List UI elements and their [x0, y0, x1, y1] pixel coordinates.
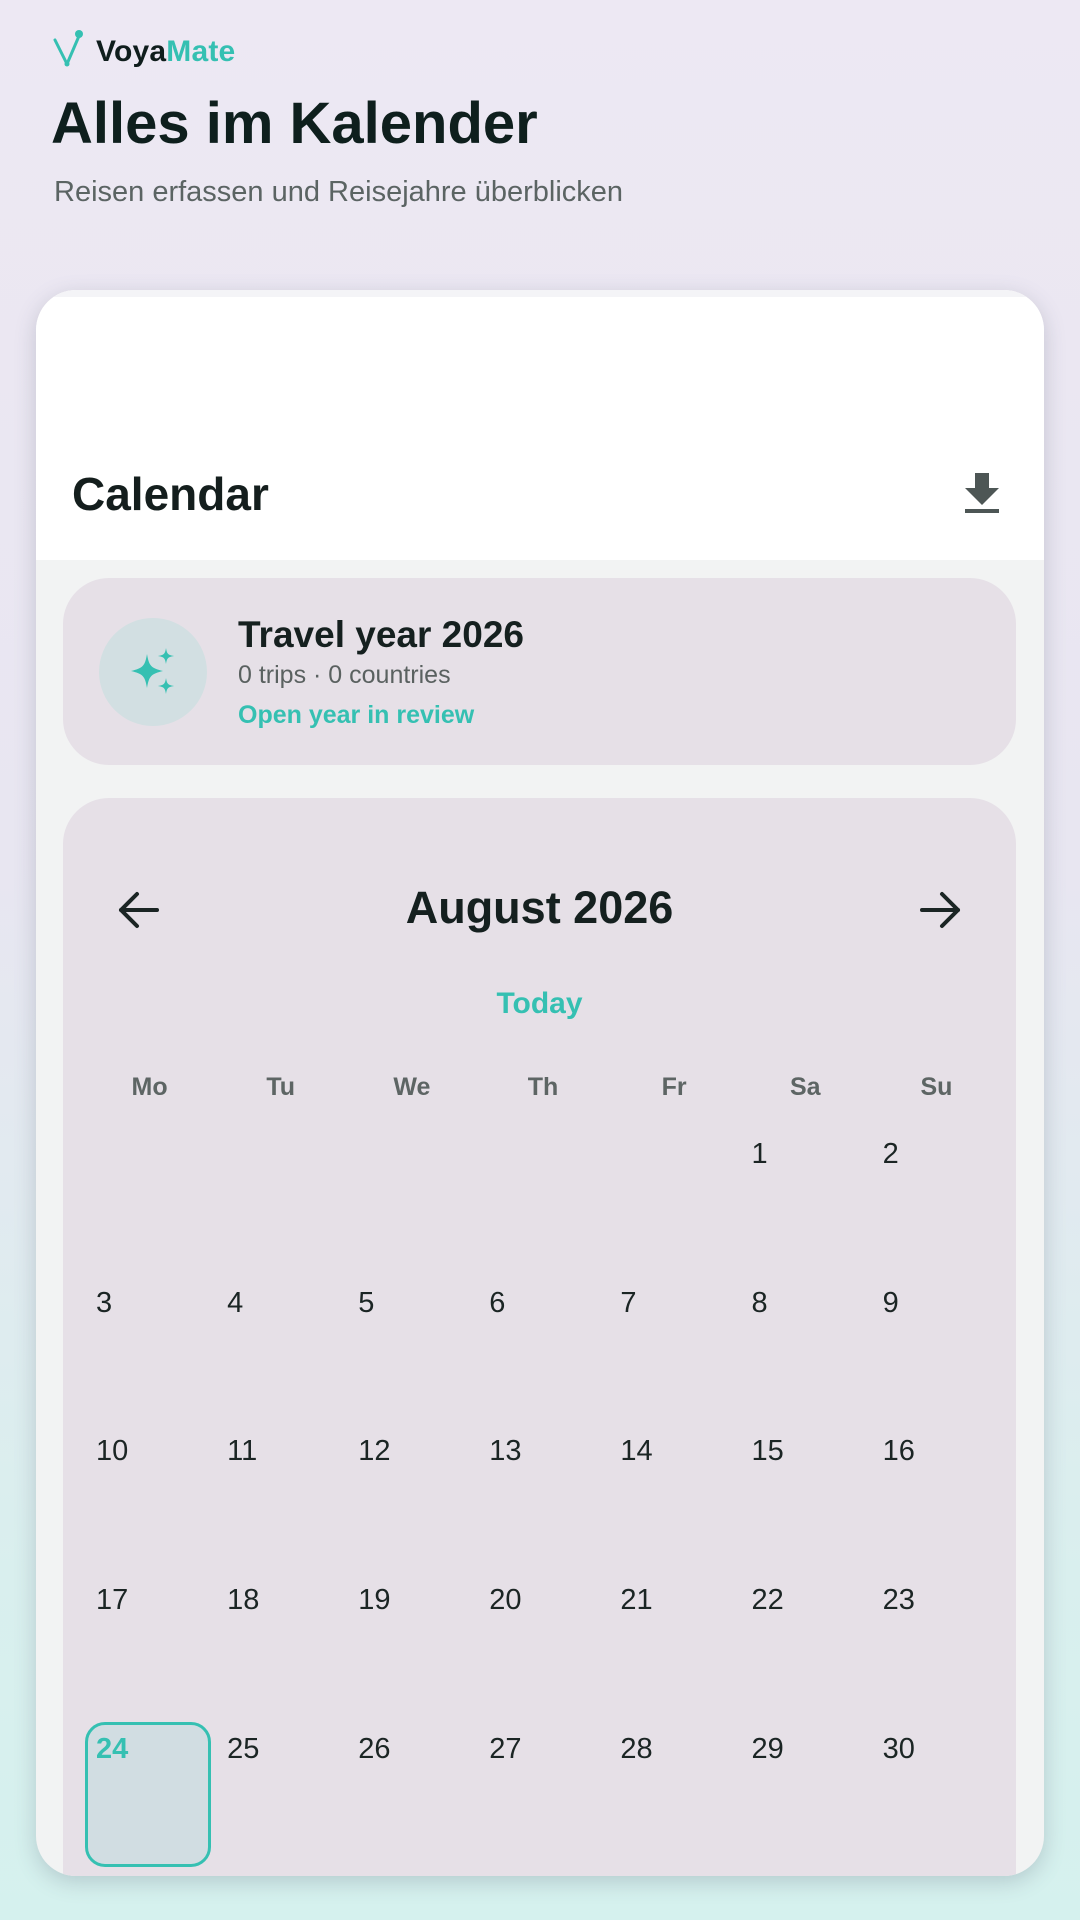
calendar-day[interactable]: 8	[739, 1275, 870, 1424]
calendar-day-today[interactable]: 24	[84, 1721, 215, 1870]
arrow-right-icon	[920, 892, 960, 928]
month-title: August 2026	[405, 882, 674, 933]
calendar-day[interactable]: 19	[346, 1572, 477, 1721]
calendar-day-number: 4	[227, 1286, 244, 1319]
open-year-review-link[interactable]: Open year in review	[238, 701, 474, 730]
calendar-day-number: 23	[882, 1584, 915, 1617]
calendar-day[interactable]: 27	[477, 1721, 608, 1870]
next-month-button[interactable]	[908, 878, 972, 942]
calendar-card: August 2026 Today Mo Tu We Th Fr Sa Su 1…	[63, 798, 1016, 1876]
calendar-blank-cell	[84, 1126, 215, 1275]
brand-name: VoyaMate	[96, 34, 236, 68]
calendar-day[interactable]: 18	[215, 1572, 346, 1721]
calendar-day-number: 3	[96, 1286, 113, 1319]
calendar-day-number: 26	[358, 1732, 391, 1765]
today-button[interactable]: Today	[480, 981, 598, 1027]
calendar-blank-cell	[477, 1126, 608, 1275]
calendar-day[interactable]: 20	[477, 1572, 608, 1721]
calendar-day[interactable]: 22	[739, 1572, 870, 1721]
calendar-day-number: 20	[489, 1584, 522, 1617]
calendar-day[interactable]: 13	[477, 1423, 608, 1572]
calendar-day[interactable]: 15	[739, 1423, 870, 1572]
calendar-day-number: 15	[751, 1435, 784, 1468]
calendar-day-number: 8	[751, 1286, 768, 1319]
calendar-day-number: 30	[882, 1732, 915, 1765]
calendar-day[interactable]: 1	[739, 1126, 870, 1275]
calendar-day-number: 11	[227, 1435, 258, 1468]
constellation-icon	[50, 28, 86, 75]
calendar-day-number: 5	[358, 1286, 375, 1319]
calendar-day-number: 12	[358, 1435, 391, 1468]
calendar-blank-cell	[608, 1126, 739, 1275]
calendar-day[interactable]: 21	[608, 1572, 739, 1721]
calendar-day-number: 22	[751, 1584, 784, 1617]
calendar-day[interactable]: 3	[84, 1275, 215, 1424]
year-stats: 0 trips · 0 countries	[238, 661, 451, 689]
calendar-day-number: 9	[882, 1286, 899, 1319]
calendar-day[interactable]: 29	[739, 1721, 870, 1870]
calendar-day[interactable]: 12	[346, 1423, 477, 1572]
calendar-day-number: 24	[96, 1732, 129, 1765]
calendar-day-number: 18	[227, 1584, 260, 1617]
calendar-day-number: 16	[882, 1435, 915, 1468]
calendar-day-number: 14	[620, 1435, 653, 1468]
calendar-day-number: 7	[620, 1286, 637, 1319]
calendar-day[interactable]: 28	[608, 1721, 739, 1870]
calendar-day[interactable]: 10	[84, 1423, 215, 1572]
hero-subtitle: Reisen erfassen und Reisejahre überblick…	[54, 176, 624, 208]
weekday-label: Tu	[266, 1073, 296, 1101]
download-button[interactable]	[958, 465, 1006, 521]
calendar-day[interactable]: 17	[84, 1572, 215, 1721]
calendar-day-number: 10	[96, 1435, 129, 1468]
calendar-day[interactable]: 11	[215, 1423, 346, 1572]
brand-logo: VoyaMate	[50, 28, 235, 75]
download-icon	[965, 473, 999, 513]
calendar-day[interactable]: 25	[215, 1721, 346, 1870]
calendar-day-number: 2	[882, 1138, 899, 1170]
calendar-day-number: 13	[489, 1435, 522, 1468]
calendar-day-number: 25	[227, 1732, 260, 1765]
calendar-day-number: 21	[620, 1584, 653, 1617]
calendar-day[interactable]: 14	[608, 1423, 739, 1572]
weekday-label: Fr	[661, 1073, 687, 1101]
calendar-day[interactable]: 30	[871, 1721, 1002, 1870]
year-avatar	[99, 618, 207, 726]
calendar-day-number: 1	[751, 1138, 768, 1170]
weekday-label: Su	[920, 1073, 953, 1101]
calendar-day-number: 28	[620, 1732, 653, 1765]
weekday-label: Mo	[131, 1073, 168, 1101]
calendar-blank-cell	[346, 1126, 477, 1275]
calendar-day[interactable]: 7	[608, 1275, 739, 1424]
calendar-day-number: 17	[96, 1584, 129, 1617]
calendar-day[interactable]: 9	[871, 1275, 1002, 1424]
weekday-label: Th	[527, 1073, 559, 1101]
calendar-blank-cell	[215, 1126, 346, 1275]
weekday-label: We	[393, 1073, 431, 1101]
calendar-day[interactable]: 2	[871, 1126, 1002, 1275]
calendar-day-number: 29	[751, 1732, 784, 1765]
page-title: Calendar	[72, 468, 269, 520]
calendar-day[interactable]: 5	[346, 1275, 477, 1424]
year-title: Travel year 2026	[238, 614, 524, 655]
weekday-header: Mo Tu We Th Fr Sa Su	[84, 1073, 1002, 1102]
travel-year-card[interactable]: Travel year 2026 0 trips · 0 countries O…	[63, 578, 1016, 765]
calendar-grid: 1 2 3 4 5 6 7 8 9 10 11 12 13 14 15 16 17 18 19 20 21 22 23 24 2…	[84, 1126, 1002, 1869]
calendar-day-number: 19	[358, 1584, 391, 1617]
calendar-day[interactable]: 23	[871, 1572, 1002, 1721]
calendar-day-number: 27	[489, 1732, 522, 1765]
calendar-day[interactable]: 26	[346, 1721, 477, 1870]
app-bar: Calendar	[36, 290, 1044, 560]
hero-title: Alles im Kalender	[51, 91, 538, 156]
sparkles-icon	[131, 648, 174, 694]
calendar-day-number: 6	[489, 1286, 506, 1319]
calendar-day[interactable]: 16	[871, 1423, 1002, 1572]
weekday-label: Sa	[789, 1073, 821, 1101]
app-screen: Calendar Travel year 2026 0 trips · 0 co…	[36, 290, 1044, 1876]
calendar-day[interactable]: 6	[477, 1275, 608, 1424]
calendar-day[interactable]: 4	[215, 1275, 346, 1424]
